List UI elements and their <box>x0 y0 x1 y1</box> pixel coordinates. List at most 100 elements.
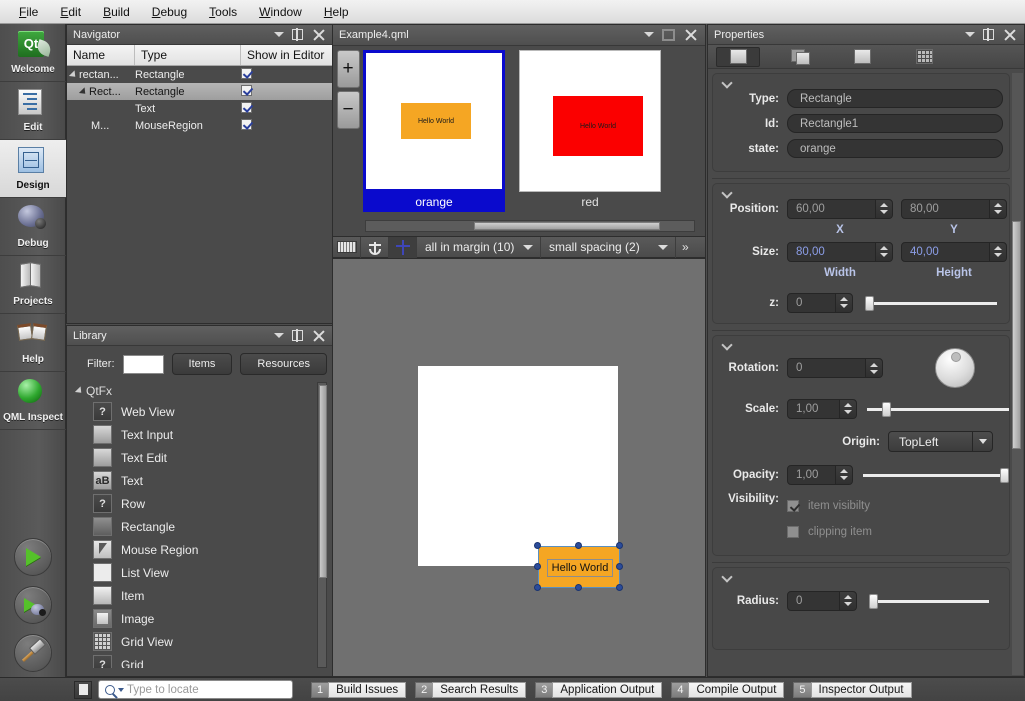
tab-items[interactable]: Items <box>171 353 233 375</box>
library-item[interactable]: Text Input <box>71 423 329 446</box>
opacity-stepper[interactable]: 1,00 <box>787 464 853 485</box>
output-pane-button[interactable]: 2 Search Results <box>415 681 527 698</box>
rotation-stepper[interactable]: 0 <box>787 358 883 378</box>
scale-stepper[interactable]: 1,00 <box>787 398 857 419</box>
mode-qml-inspect[interactable]: QML Inspect <box>0 372 66 430</box>
float-panel-icon[interactable] <box>983 28 994 41</box>
state-field[interactable]: orange <box>787 139 1003 158</box>
library-item[interactable]: Text Edit <box>71 446 329 469</box>
menu-item-edit[interactable]: Edit <box>49 2 92 22</box>
navigator-row[interactable]: M... MouseRegion <box>67 117 333 134</box>
height-stepper[interactable]: 40,00 <box>901 241 1007 262</box>
selected-rectangle[interactable]: Hello World <box>538 546 620 588</box>
library-item[interactable]: Image <box>71 607 329 630</box>
locator-input[interactable]: Type to locate <box>98 680 293 699</box>
mode-debug[interactable]: Debug <box>0 198 66 256</box>
mode-welcome[interactable]: Qt Welcome <box>0 24 66 82</box>
debug-button[interactable] <box>0 581 66 629</box>
output-pane-button[interactable]: 1 Build Issues <box>311 681 407 698</box>
item-visibility-checkbox[interactable] <box>787 500 799 512</box>
clipping-item-checkbox[interactable] <box>787 526 799 538</box>
filter-input[interactable] <box>122 354 164 374</box>
library-scrollbar[interactable] <box>317 382 327 668</box>
resize-handle-w[interactable] <box>534 563 541 570</box>
radius-stepper[interactable]: 0 <box>787 590 857 611</box>
navigator-row[interactable]: Text <box>67 100 333 117</box>
navigator-row-show[interactable] <box>241 67 333 82</box>
properties-dropdown[interactable] <box>764 25 983 45</box>
form-editor-canvas[interactable]: Hello World <box>332 258 706 677</box>
width-stepper[interactable]: 80,00 <box>787 241 893 262</box>
state-preview[interactable]: Hello World <box>363 50 505 192</box>
output-pane-button[interactable]: 4 Compile Output <box>671 681 785 698</box>
mode-help[interactable]: Help <box>0 314 66 372</box>
expander-icon[interactable] <box>78 86 89 97</box>
root-item[interactable]: Hello World <box>418 366 623 591</box>
radius-slider[interactable] <box>869 593 989 609</box>
type-field[interactable]: Rectangle <box>787 89 1003 108</box>
menu-item-help[interactable]: Help <box>313 2 360 22</box>
library-item[interactable]: Item <box>71 584 329 607</box>
expander-icon[interactable] <box>68 69 79 80</box>
tab-grid[interactable] <box>902 47 946 67</box>
show-in-editor-checkbox[interactable] <box>241 118 252 130</box>
rotation-dial[interactable] <box>935 348 975 388</box>
close-icon[interactable] <box>1004 29 1016 41</box>
navigator-row-show[interactable] <box>241 84 333 99</box>
scale-slider[interactable] <box>867 401 1009 417</box>
tab-resources[interactable]: Resources <box>240 353 327 375</box>
library-item[interactable]: ? Web View <box>71 400 329 423</box>
ruler-icon[interactable] <box>333 236 361 258</box>
spacing-combo[interactable]: small spacing (2) <box>541 236 676 258</box>
close-icon[interactable] <box>685 29 697 41</box>
show-in-editor-checkbox[interactable] <box>241 101 252 113</box>
resize-handle-sw[interactable] <box>534 584 541 591</box>
id-field[interactable]: Rectangle1 <box>787 114 1003 133</box>
show-in-editor-checkbox[interactable] <box>241 84 252 96</box>
mode-projects[interactable]: Projects <box>0 256 66 314</box>
lock-icon[interactable] <box>662 29 675 41</box>
resize-handle-e[interactable] <box>616 563 623 570</box>
build-button[interactable] <box>0 629 66 677</box>
file-dropdown[interactable] <box>409 25 662 45</box>
layout-crosshair-icon[interactable] <box>389 236 417 258</box>
float-panel-icon[interactable] <box>292 329 303 342</box>
state-thumbnail[interactable]: Hello World red <box>519 50 661 236</box>
state-thumbnail[interactable]: Hello World orange <box>363 50 505 236</box>
zoom-out-button[interactable]: − <box>336 91 360 129</box>
anchor-icon[interactable] <box>361 236 389 258</box>
library-item[interactable]: Mouse Region <box>71 538 329 561</box>
margin-combo[interactable]: all in margin (10) <box>417 236 541 258</box>
output-pane-button[interactable]: 3 Application Output <box>535 681 663 698</box>
run-button[interactable] <box>0 533 66 581</box>
scrollbar-thumb[interactable] <box>474 222 660 230</box>
menu-item-tools[interactable]: Tools <box>198 2 248 22</box>
toolbar-overflow-button[interactable]: » <box>676 240 695 254</box>
properties-scrollbar[interactable] <box>1012 73 1023 675</box>
navigator-row[interactable]: rectan... Rectangle <box>67 66 333 83</box>
close-icon[interactable] <box>313 330 325 342</box>
zoom-in-button[interactable]: + <box>336 50 360 88</box>
menu-item-build[interactable]: Build <box>92 2 141 22</box>
states-horizontal-scrollbar[interactable] <box>365 220 695 232</box>
navigator-dropdown[interactable] <box>120 25 292 45</box>
resize-handle-ne[interactable] <box>616 542 623 549</box>
mode-edit[interactable]: Edit <box>0 82 66 140</box>
origin-combo[interactable]: TopLeft <box>888 431 993 452</box>
tab-advanced[interactable] <box>840 47 884 67</box>
mode-design[interactable]: Design <box>0 140 66 198</box>
library-group-qtfx[interactable]: QtFx <box>71 382 329 400</box>
library-item[interactable]: List View <box>71 561 329 584</box>
collapse-chevron-icon[interactable] <box>721 571 733 583</box>
library-item[interactable]: Grid View <box>71 630 329 653</box>
z-slider[interactable] <box>865 295 997 311</box>
resize-handle-se[interactable] <box>616 584 623 591</box>
clipping-item-row[interactable]: clipping item <box>787 519 872 545</box>
library-dropdown[interactable] <box>107 326 292 346</box>
item-visibility-row[interactable]: item visibilty <box>787 493 872 519</box>
library-item[interactable]: aB Text <box>71 469 329 492</box>
tab-basic[interactable] <box>716 46 760 67</box>
library-item[interactable]: ? Grid <box>71 653 329 668</box>
state-preview[interactable]: Hello World <box>519 50 661 192</box>
menu-item-window[interactable]: Window <box>248 2 313 22</box>
